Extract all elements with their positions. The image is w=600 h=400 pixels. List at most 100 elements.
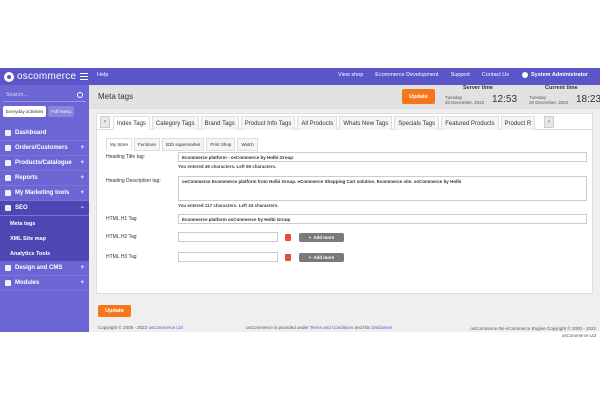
expand-icon: +: [80, 160, 84, 166]
marketing-icon: [5, 190, 11, 196]
disclaimer-link[interactable]: Disclaimer: [372, 325, 393, 330]
sidebar-item-seo[interactable]: SEO −: [0, 201, 89, 216]
sidebar-item-label: Products/Catalogue: [15, 160, 72, 166]
h1-tag-label: HTML H1 Tag: [106, 216, 137, 222]
tab-furniture[interactable]: Furniture: [134, 138, 161, 151]
sidebar-item-label: Reports: [15, 175, 38, 181]
tabs-prev-button[interactable]: ‹: [100, 116, 110, 128]
heading-description-input[interactable]: osCommerce Ecommerce platform from Holbi…: [178, 176, 587, 201]
tab-all-products[interactable]: All Products: [297, 116, 338, 130]
current-time-label: Current time: [545, 85, 578, 91]
meta-tags-panel: ‹ Index Tags Category Tags Brand Tags Pr…: [96, 113, 594, 294]
server-time-date: 20 December, 2022: [445, 100, 485, 105]
tab-watch[interactable]: Watch: [237, 138, 258, 151]
logo[interactable]: oscommerce: [4, 70, 76, 83]
expand-icon: +: [80, 175, 84, 181]
store-tabs: My Store Furniture B2b supermarket Print…: [106, 138, 258, 151]
tab-everyday-activities[interactable]: Everyday activities: [3, 106, 47, 117]
ecommerce-development-link[interactable]: Ecommerce Development: [375, 72, 438, 78]
sidebar-item-products-catalogue[interactable]: Products/Catalogue +: [0, 156, 89, 171]
plus-icon: +: [308, 235, 312, 240]
sidebar-subitem-meta-tags[interactable]: Meta tags: [0, 216, 89, 231]
dashboard-icon: [5, 130, 11, 136]
footer-oscommerce-link[interactable]: osCommerce Ltd: [148, 325, 182, 330]
heading-description-note: You entered 117 characters. Left 43 char…: [178, 203, 279, 208]
add-more-button-h2[interactable]: + Add more: [299, 233, 344, 242]
user-menu[interactable]: System Administrator: [522, 72, 588, 78]
sidebar-item-label: Modules: [15, 280, 40, 286]
sidebar-item-modules[interactable]: Modules +: [0, 276, 89, 291]
sidebar: Search... Everyday activities Full menu …: [0, 85, 89, 332]
tab-b2b-supermarket[interactable]: B2b supermarket: [162, 138, 205, 151]
sidebar-item-label: SEO: [15, 205, 28, 211]
heading-title-input[interactable]: Ecommerce platform - osCommerce by Holbi…: [178, 152, 587, 162]
tab-featured-products[interactable]: Featured Products: [441, 116, 499, 130]
h2-tag-input[interactable]: [178, 232, 278, 242]
h3-tag-label: HTML H3 Tag: [106, 254, 137, 260]
sidebar-item-orders-customers[interactable]: Orders/Customers +: [0, 141, 89, 156]
support-link[interactable]: Support: [451, 72, 470, 78]
tab-index-tags[interactable]: Index Tags: [113, 116, 150, 130]
sidebar-subitem-analytics-tools[interactable]: Analytics Tools: [0, 246, 89, 261]
tab-product-reviews[interactable]: Product R: [500, 116, 536, 130]
tab-print-shop[interactable]: Print Shop: [206, 138, 236, 151]
logo-text: oscommerce: [17, 71, 77, 82]
current-time-value: 18:23: [576, 94, 600, 105]
main-content: Meta tags Update Server time Tuesday 20 …: [89, 85, 600, 338]
sidebar-item-label: Dashboard: [15, 130, 47, 136]
tab-row: Index Tags Category Tags Brand Tags Prod…: [113, 116, 543, 130]
tab-brand-tags[interactable]: Brand Tags: [200, 116, 239, 130]
view-shop-link[interactable]: View shop: [338, 72, 363, 78]
trash-icon[interactable]: [285, 234, 291, 241]
trash-icon[interactable]: [285, 254, 291, 261]
footer-copyright: Copyright © 2005 - 2022 osCommerce Ltd: [98, 325, 183, 330]
tab-whats-new-tags[interactable]: Whats New Tags: [339, 116, 393, 130]
footer-and-text: and this: [353, 325, 372, 330]
hamburger-menu-icon[interactable]: [80, 73, 88, 80]
tabs-next-button[interactable]: ›: [544, 116, 554, 128]
heading-title-label: Heading Title tag:: [106, 154, 145, 160]
sidebar-item-dashboard[interactable]: Dashboard: [0, 126, 89, 141]
sidebar-item-label: My Marketing tools: [15, 190, 70, 196]
contact-us-link[interactable]: Contact Us: [482, 72, 509, 78]
server-time-label: Server time: [463, 85, 493, 91]
sidebar-item-marketing-tools[interactable]: My Marketing tools +: [0, 186, 89, 201]
h3-tag-input[interactable]: [178, 252, 278, 262]
sidebar-subitem-xml-site-map[interactable]: XML Site map: [0, 231, 89, 246]
update-button-bottom[interactable]: Update: [98, 305, 131, 317]
footer-engine-line1: osCommerce the eCommerce Engine Copyrigh…: [470, 326, 596, 331]
products-icon: [5, 160, 11, 166]
add-more-label: Add more: [313, 235, 335, 240]
expand-icon: +: [80, 265, 84, 271]
tab-my-store[interactable]: My Store: [106, 138, 133, 151]
update-button-top[interactable]: Update: [402, 89, 435, 104]
tab-full-menu[interactable]: Full menu: [48, 106, 75, 117]
seo-icon: [5, 205, 11, 211]
sidebar-item-design-cms[interactable]: Design and CMS +: [0, 261, 89, 276]
expand-icon: +: [80, 280, 84, 286]
reports-icon: [5, 175, 11, 181]
sidebar-search-input[interactable]: Search...: [3, 90, 86, 102]
h1-tag-input[interactable]: Ecommerce platform osCommerce by Holbi G…: [178, 214, 587, 224]
heading-title-note: You entered 46 characters. Left 59 chara…: [178, 164, 277, 169]
user-icon: [522, 72, 528, 78]
add-more-button-h3[interactable]: + Add more: [299, 253, 344, 262]
user-name: System Administrator: [531, 72, 588, 78]
tab-category-tags[interactable]: Category Tags: [151, 116, 199, 130]
tab-product-info-tags[interactable]: Product Info Tags: [240, 116, 296, 130]
terms-link[interactable]: Terms and Conditions: [310, 325, 354, 330]
design-icon: [5, 265, 11, 271]
collapse-icon: −: [80, 205, 84, 211]
sidebar-item-label: Design and CMS: [15, 265, 63, 271]
oscommerce-logo-icon: [4, 71, 14, 82]
sidebar-tabs: Everyday activities Full menu: [3, 106, 75, 117]
orders-icon: [5, 145, 11, 151]
sidebar-item-reports[interactable]: Reports +: [0, 171, 89, 186]
tab-specials-tags[interactable]: Specials Tags: [394, 116, 440, 130]
search-icon[interactable]: [77, 92, 83, 98]
footer-license: osCommerce is provided under Terms and C…: [246, 325, 393, 330]
help-link[interactable]: Help: [97, 72, 108, 78]
expand-icon: +: [80, 145, 84, 151]
admin-app: oscommerce Help View shop Ecommerce Deve…: [0, 68, 600, 338]
sidebar-nav: Dashboard Orders/Customers + Products/Ca…: [0, 126, 89, 291]
